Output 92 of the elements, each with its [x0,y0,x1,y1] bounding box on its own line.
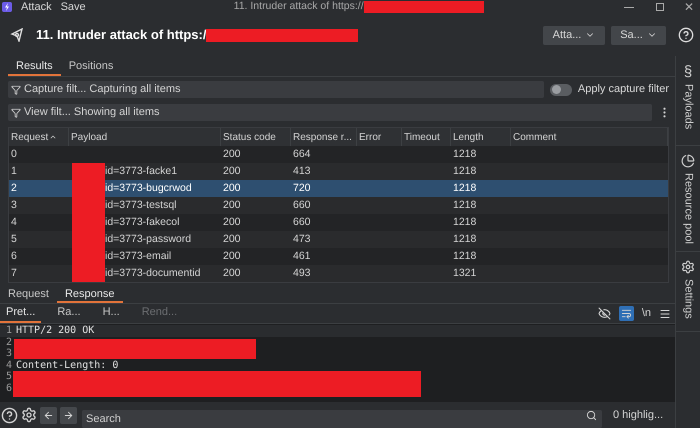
table-cell-text: id=3773-email [105,248,172,264]
table-cell: 0 [11,148,17,160]
tab[interactable]: Request [0,286,57,303]
table-cell: 4 [11,216,17,228]
table-cell: 660 [293,216,311,228]
table-row[interactable]: 1 id=3773-facke1 200 413 1218 [9,163,668,180]
search-icon[interactable] [586,410,597,421]
table-cell-text: id=3773-password [105,232,192,247]
line-number: 4 [4,358,12,372]
table-cell: 1218 [453,148,476,160]
table-cell-text: id=3773-documentid [105,266,200,281]
left-arrow-icon [43,410,54,420]
tab[interactable]: Positions [60,58,122,76]
app-logo-icon [2,2,12,12]
code-line: HTTP/2 200 OK [16,324,94,338]
table-cell: 720 [293,182,311,194]
table-cell: 5 [11,232,17,245]
table-cell: 200 [223,266,241,279]
window-title: 11. Intruder attack of https:// [234,0,364,14]
table-cell: 7 [11,266,17,279]
toggle-label: Apply capture filter [578,82,669,98]
table-cell: 200 [223,164,241,177]
table-cell: 461 [293,250,311,262]
line-number: 6 [4,382,12,396]
section-sign-icon: § [684,64,692,79]
table-cell: 1321 [453,266,476,279]
table-cell-text: id=3773-facke1 [105,164,178,179]
table-cell: 200 [223,250,241,262]
table-cell: 1218 [453,216,476,228]
side-tab[interactable]: § Payloads [676,56,700,146]
tab[interactable]: Ra... [51,304,87,323]
settings-icon[interactable] [21,407,37,423]
pie-chart-icon [681,154,695,168]
table-cell: 413 [293,164,311,177]
help-icon[interactable] [678,27,694,43]
search-field[interactable]: Search [82,410,602,428]
tab[interactable]: H... [96,304,126,323]
table-cell: 200 [223,148,241,160]
table-cell: 3 [11,198,17,211]
attack-title: 11. Intruder attack of https:/ [36,26,206,44]
table-cell: 1 [11,164,17,177]
table-cell: 1218 [453,182,476,194]
menu-item[interactable]: Save [60,0,86,16]
table-row[interactable]: 7 id=3773-documentid 200 493 1321 [9,265,668,282]
maximize-button[interactable] [656,3,664,11]
table-cell: 664 [293,148,311,160]
settings-icon [681,260,695,274]
table-cell: 473 [293,232,311,245]
minimize-button[interactable] [624,6,634,8]
table-cell: 200 [223,232,241,245]
forward-button[interactable] [60,406,77,424]
table-cell: 200 [223,198,241,211]
table-row[interactable]: 3 id=3773-testsql 200 660 1218 [9,197,668,214]
line-number: 1 [4,324,12,338]
table-cell-text: id=3773-fakecol [105,214,180,230]
table-cell: 493 [293,266,311,279]
table-cell: 6 [11,250,17,262]
code-line: Content-Length: 0 [16,358,118,373]
capture-filter-bar[interactable]: Capture filt... Capturing all items [8,81,544,98]
line-number: 3 [4,347,12,360]
table-cell: 1218 [453,198,476,211]
menu-icon[interactable] [659,308,671,320]
table-cell-text: id=3773-testsql [105,198,177,213]
right-arrow-icon [63,410,74,420]
table-cell: 1218 [453,164,476,177]
table-row[interactable]: 2 id=3773-bugcrwod 200 720 1218 [9,180,668,197]
table-cell: 1218 [453,232,476,245]
tab[interactable]: Results [8,58,61,76]
newline-button[interactable]: \n [642,305,651,322]
highlight-count: 0 highlig... [613,408,664,423]
wrap-button[interactable] [618,306,634,321]
table-cell: 1218 [453,250,476,262]
table-cell-text: id=3773-bugcrwod [105,180,192,196]
back-button[interactable] [40,406,57,424]
hidden-icon[interactable] [598,307,611,320]
help-icon[interactable] [1,406,18,424]
side-tab[interactable]: Settings [676,252,700,332]
sort-icon [49,133,58,141]
close-button[interactable]: ✕ [684,1,694,13]
view-filter-bar[interactable]: View filt... Showing all items [8,104,652,121]
table-cell: 660 [293,198,311,211]
dropdown-button[interactable]: Atta... [543,26,605,44]
menu-item[interactable]: Attack [21,0,52,16]
table-cell: 200 [223,216,241,228]
line-number: 2 [4,336,12,348]
table-cell: 2 [11,182,17,194]
dropdown-button[interactable]: Sa... [611,26,666,44]
line-number: 5 [4,370,12,384]
table-row[interactable]: 5 id=3773-password 200 473 1218 [9,231,668,248]
side-tab[interactable]: Resource pool [676,146,700,252]
table-cell: 200 [223,182,241,194]
toggle-switch[interactable] [550,84,572,96]
